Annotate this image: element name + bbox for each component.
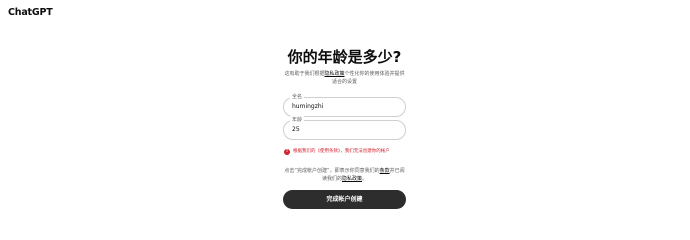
- brand-logo[interactable]: ChatGPT: [8, 7, 53, 18]
- terms-link[interactable]: 条款: [380, 168, 390, 174]
- complete-account-button[interactable]: 完成帐户创建: [283, 190, 406, 209]
- page-subtitle: 这有助于我们根据隐私政策个性化你的使用体验并提供适合的设置: [283, 70, 406, 86]
- age-field[interactable]: 年龄 25: [283, 116, 406, 140]
- full-name-field[interactable]: 全名 humingzhi: [283, 93, 406, 117]
- privacy-policy-link-2[interactable]: 隐私政策: [342, 176, 362, 182]
- privacy-policy-link[interactable]: 隐私政策: [324, 71, 344, 77]
- error-message: 根据我们的《使用条款》，我们无法创建你的帐户: [293, 149, 390, 154]
- error-row: ! 根据我们的《使用条款》，我们无法创建你的帐户: [283, 148, 406, 156]
- terms-text-before: 点击“完成帐户创建”，即表示你同意我们的: [284, 168, 380, 174]
- age-label: 年龄: [290, 116, 305, 124]
- subtitle-text-before: 这有助于我们根据: [284, 71, 325, 77]
- terms-text-after: 。: [362, 176, 368, 182]
- full-name-input[interactable]: humingzhi: [292, 102, 323, 112]
- page-title: 你的年龄是多少?: [287, 48, 402, 66]
- full-name-label: 全名: [290, 93, 305, 101]
- terms-notice: 点击“完成帐户创建”，即表示你同意我们的条款并已阅读我们的隐私政策。: [283, 167, 406, 183]
- age-input[interactable]: 25: [292, 125, 300, 135]
- alert-circle-icon: !: [284, 149, 290, 155]
